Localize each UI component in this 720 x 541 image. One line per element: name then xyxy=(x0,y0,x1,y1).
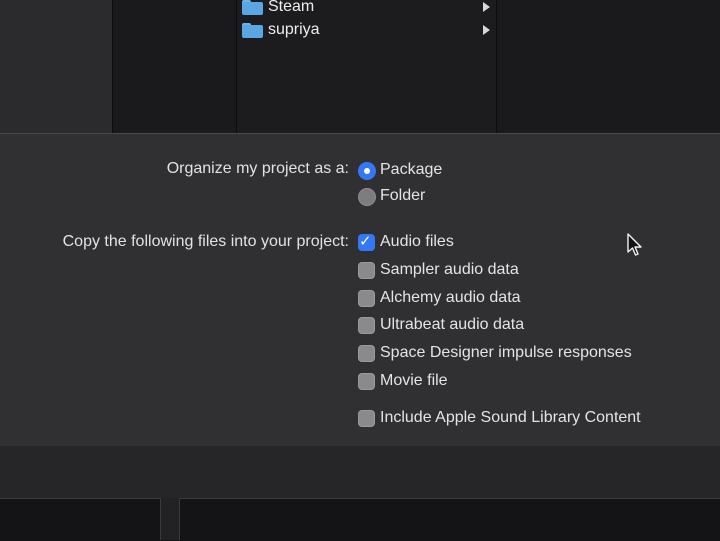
checkbox[interactable] xyxy=(358,345,375,362)
checkbox[interactable] xyxy=(358,410,375,427)
folder-icon xyxy=(242,23,263,38)
disclosure-arrow-icon xyxy=(483,2,490,12)
mouse-pointer-icon xyxy=(627,233,642,256)
copy-files-label: Copy the following files into your proje… xyxy=(62,233,349,250)
file-browser: Steam supriya xyxy=(0,0,720,133)
lower-browser-area xyxy=(0,498,720,541)
radio-label: Folder xyxy=(380,187,426,204)
folder-name: Steam xyxy=(268,0,315,15)
browser-column-sidebar xyxy=(0,0,112,133)
folder-name: supriya xyxy=(268,21,320,38)
checkbox-checked[interactable]: ✓ xyxy=(358,233,375,251)
browser-column-1 xyxy=(112,0,236,133)
checkbox-label: Sampler audio data xyxy=(380,261,519,278)
checkbox[interactable] xyxy=(358,373,375,390)
checkbox-label: Alchemy audio data xyxy=(380,289,521,306)
checkbox[interactable] xyxy=(358,290,375,307)
folder-icon xyxy=(242,0,263,15)
lower-browser-divider xyxy=(160,498,180,540)
radio-button-selected[interactable] xyxy=(358,162,376,180)
checkbox-label: Movie file xyxy=(380,372,448,389)
browser-column-3 xyxy=(496,0,720,133)
checkbox-label: Ultrabeat audio data xyxy=(380,316,525,333)
checkbox-label: Include Apple Sound Library Content xyxy=(380,409,641,426)
folder-row-steam[interactable]: Steam xyxy=(242,0,494,19)
organize-project-label: Organize my project as a: xyxy=(166,160,349,177)
checkmark-icon: ✓ xyxy=(359,233,372,250)
folder-row-supriya[interactable]: supriya xyxy=(242,20,494,42)
radio-label: Package xyxy=(380,161,443,178)
checkbox-label: Space Designer impulse responses xyxy=(380,344,632,361)
checkbox[interactable] xyxy=(358,317,375,334)
checkbox-label: Audio files xyxy=(380,233,454,250)
disclosure-arrow-icon xyxy=(483,25,490,35)
checkbox[interactable] xyxy=(358,262,375,279)
radio-button[interactable] xyxy=(358,188,376,206)
